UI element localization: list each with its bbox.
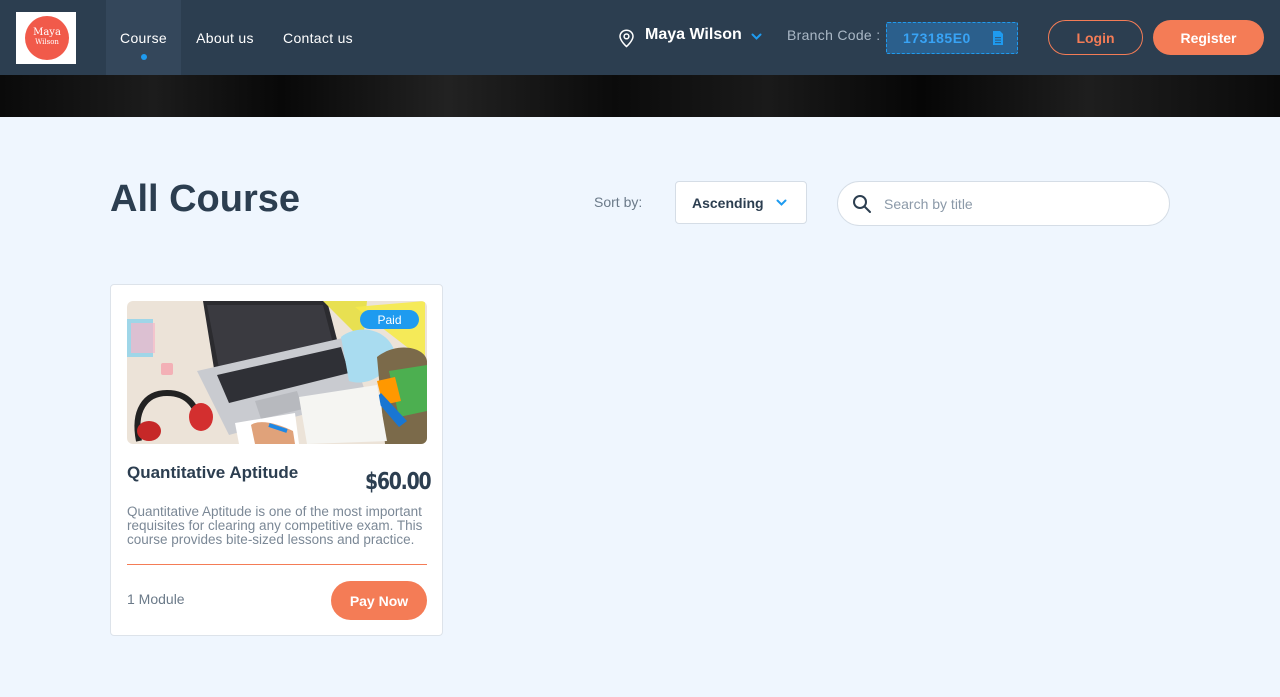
nav-item-label: Contact us xyxy=(283,29,353,46)
copy-document-icon[interactable] xyxy=(991,30,1005,46)
branch-code-label: Branch Code : xyxy=(787,27,881,43)
nav-item-label: About us xyxy=(196,29,254,46)
search-input[interactable] xyxy=(884,192,1154,216)
search-icon xyxy=(853,195,871,213)
module-count: 1 Module xyxy=(127,591,185,607)
card-divider xyxy=(127,564,427,565)
login-button[interactable]: Login xyxy=(1048,20,1143,55)
logo-text-second: Wilson xyxy=(35,38,59,46)
logo-badge: Maya Wilson xyxy=(25,16,69,60)
course-card[interactable]: Paid Quantitative Aptitude $60.00 Quanti… xyxy=(110,284,443,636)
nav-item-contact-us[interactable]: Contact us xyxy=(274,0,362,75)
course-title[interactable]: Quantitative Aptitude xyxy=(127,463,298,483)
sort-label: Sort by: xyxy=(594,194,643,210)
branch-code-value: 173185E0 xyxy=(903,30,971,46)
sort-dropdown[interactable]: Ascending xyxy=(675,181,807,224)
chevron-down-icon[interactable] xyxy=(751,33,762,41)
nav-item-course[interactable]: Course xyxy=(106,0,181,75)
active-indicator-dot xyxy=(140,54,147,60)
search-box[interactable] xyxy=(837,181,1170,226)
course-description: Quantitative Aptitude is one of the most… xyxy=(127,505,423,547)
top-navbar: Maya Wilson Course About us Contact us M… xyxy=(0,0,1280,75)
register-button[interactable]: Register xyxy=(1153,20,1264,55)
nav-item-about-us[interactable]: About us xyxy=(186,0,264,75)
chevron-down-icon xyxy=(776,199,787,206)
branch-selector[interactable]: Maya Wilson xyxy=(645,26,742,44)
branch-code-copy-field[interactable]: 173185E0 xyxy=(886,22,1018,54)
sort-selected-value: Ascending xyxy=(692,195,764,211)
course-price: $60.00 xyxy=(365,469,432,495)
pay-now-button[interactable]: Pay Now xyxy=(331,581,427,620)
location-pin-icon xyxy=(619,29,634,48)
hero-banner-strip xyxy=(0,75,1280,117)
logo-text-first: Maya xyxy=(33,27,61,38)
paid-badge: Paid xyxy=(360,310,419,329)
nav-item-label: Course xyxy=(120,29,167,46)
page-title: All Course xyxy=(110,178,301,220)
brand-logo[interactable]: Maya Wilson xyxy=(16,12,76,64)
